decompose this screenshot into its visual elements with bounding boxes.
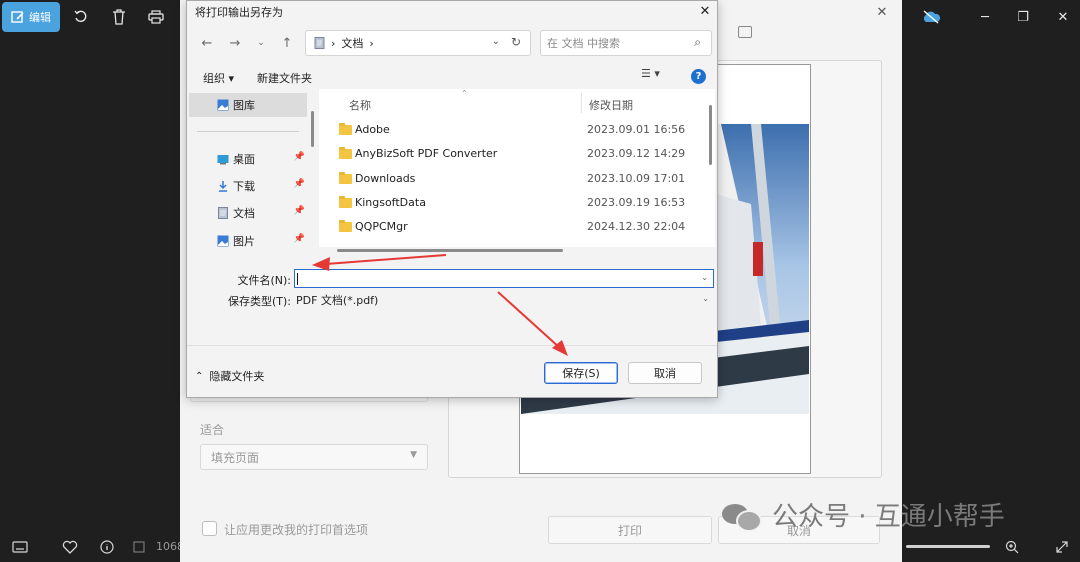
- watermark-text: 公众号 · 互通小帮手: [772, 502, 1005, 532]
- zoom-slider[interactable]: [906, 545, 990, 548]
- arrow-to-filename: [325, 254, 447, 265]
- annotation-arrows: [312, 254, 568, 356]
- arrow-to-save: [497, 291, 561, 349]
- wechat-logo-icon: [722, 500, 762, 532]
- watermark: 公众号 · 互通小帮手: [722, 496, 1005, 533]
- arrow-to-filename-head: [312, 257, 330, 271]
